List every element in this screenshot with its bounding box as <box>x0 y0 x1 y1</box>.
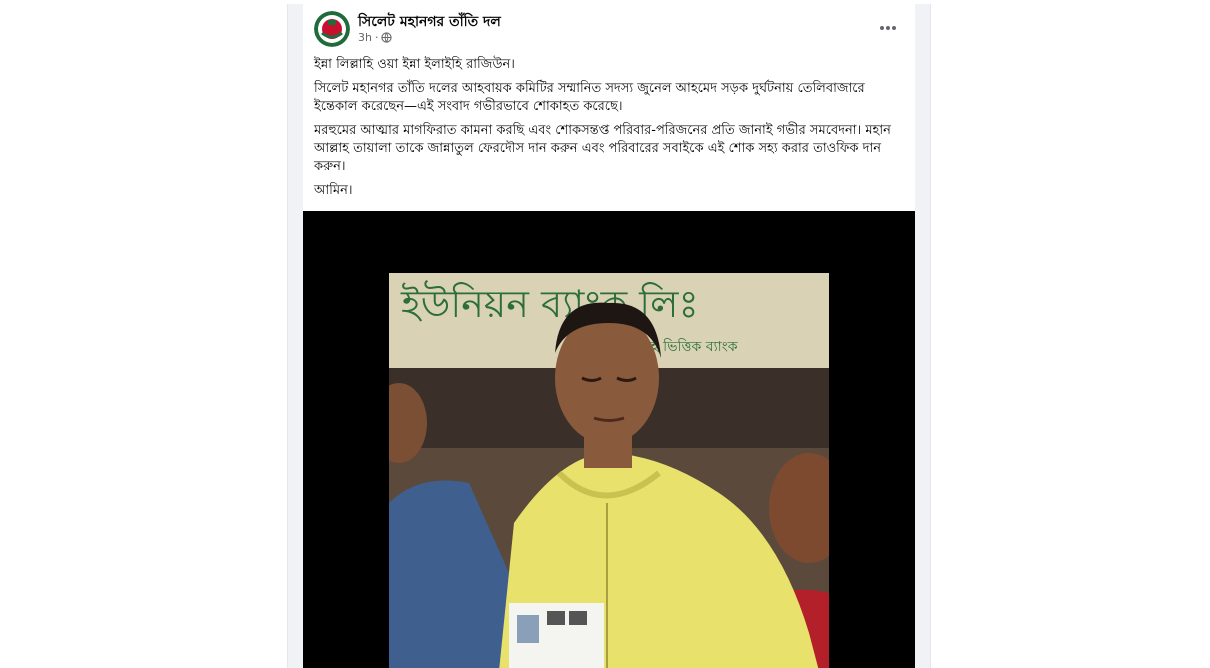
post-paragraph-3: মরহুমের আত্মার মাগফিরাত কামনা করছি এবং শ… <box>314 123 891 174</box>
post-header: সিলেট মহানগর তাঁতি দল 3h · <box>303 4 915 48</box>
post-paragraph-1: ইন্না লিল্লাহি ওয়া ইন্না ইলাইহি রাজিউন। <box>314 57 515 72</box>
page-avatar[interactable] <box>314 11 350 47</box>
globe-icon[interactable] <box>381 32 393 43</box>
more-options-button[interactable] <box>873 14 903 42</box>
post-text: ইন্না লিল্লাহি ওয়া ইন্না ইলাইহি রাজিউন।… <box>314 56 904 206</box>
post-paragraph-2: সিলেট মহানগর তাঁতি দলের আহবায়ক কমিটির স… <box>314 81 865 114</box>
more-horizontal-icon <box>880 26 896 30</box>
post-time[interactable]: 3h <box>358 31 372 44</box>
post-card: সিলেট মহানগর তাঁতি দল 3h · ইন্না লিল্লাহ… <box>303 4 915 668</box>
sign-text: ইউনিয়ন ব্যাংক লিঃ <box>400 280 699 326</box>
meta-separator: · <box>374 31 379 44</box>
post-paragraph-4: আমিন। <box>314 183 353 198</box>
post-media[interactable]: ইউনিয়ন ব্যাংক লিঃ শরীয়াহ ভিত্তিক ব্যাং… <box>303 211 915 668</box>
post-meta: 3h · <box>358 31 393 44</box>
post-photo[interactable]: ইউনিয়ন ব্যাংক লিঃ শরীয়াহ ভিত্তিক ব্যাং… <box>389 273 829 668</box>
